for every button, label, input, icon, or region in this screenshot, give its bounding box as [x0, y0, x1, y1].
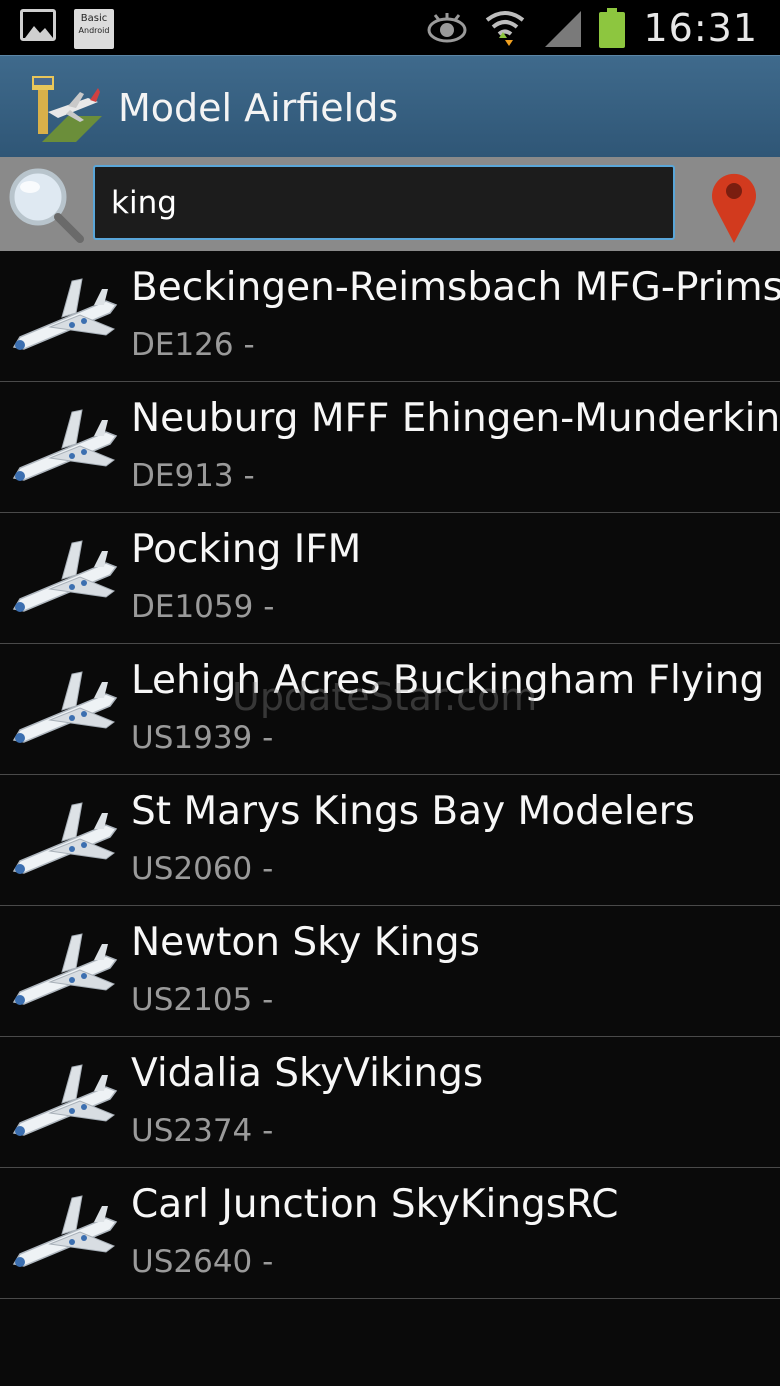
- airplane-icon: [12, 1064, 118, 1136]
- airplane-icon: [12, 933, 118, 1005]
- gallery-icon: [20, 9, 56, 41]
- airfield-name: St Marys Kings Bay Modelers: [131, 789, 695, 834]
- airfield-code: US2640 -: [131, 1244, 274, 1280]
- signal-icon: [545, 11, 582, 47]
- list-item[interactable]: Newton Sky Kings US2105 -: [0, 906, 780, 1037]
- system-icons: 16:31: [427, 6, 758, 50]
- list-item[interactable]: Pocking IFM DE1059 -: [0, 513, 780, 644]
- airfield-name: Pocking IFM: [131, 527, 362, 572]
- search-input[interactable]: [93, 165, 675, 240]
- location-pin-icon[interactable]: [706, 167, 762, 243]
- airfield-name: Neuburg MFF Ehingen-Munderking: [131, 396, 780, 441]
- status-bar: Basic Android 16:31: [0, 0, 780, 55]
- list-item[interactable]: Vidalia SkyVikings US2374 -: [0, 1037, 780, 1168]
- page-title: Model Airfields: [118, 86, 399, 130]
- airfield-code: US1939 -: [131, 720, 274, 756]
- app-logo-icon[interactable]: [28, 72, 102, 142]
- airplane-icon: [12, 278, 118, 350]
- battery-icon: [599, 8, 626, 48]
- search-bar: [0, 157, 780, 251]
- list-item[interactable]: Neuburg MFF Ehingen-Munderking DE913 -: [0, 382, 780, 513]
- list-item[interactable]: Lehigh Acres Buckingham Flying F US1939 …: [0, 644, 780, 775]
- airfield-name: Newton Sky Kings: [131, 920, 480, 965]
- action-bar: Model Airfields: [0, 55, 780, 158]
- airfield-list: Beckingen-Reimsbach MFG-Prims DE126 - Ne…: [0, 251, 780, 1299]
- wifi-icon: [486, 11, 525, 46]
- airplane-icon: [12, 409, 118, 481]
- list-item[interactable]: Beckingen-Reimsbach MFG-Prims DE126 -: [0, 251, 780, 382]
- list-item[interactable]: St Marys Kings Bay Modelers US2060 -: [0, 775, 780, 906]
- airplane-icon: [12, 802, 118, 874]
- airfield-name: Beckingen-Reimsbach MFG-Prims: [131, 265, 780, 310]
- basic-icon-text: Basic: [80, 13, 108, 24]
- basic4android-icon: Basic Android: [74, 9, 114, 49]
- airfield-code: DE126 -: [131, 327, 255, 363]
- airfield-code: US2374 -: [131, 1113, 274, 1149]
- airfield-code: US2105 -: [131, 982, 274, 1018]
- airplane-icon: [12, 540, 118, 612]
- list-item[interactable]: Carl Junction SkyKingsRC US2640 -: [0, 1168, 780, 1299]
- clock: 16:31: [643, 6, 758, 50]
- search-icon[interactable]: [4, 163, 86, 245]
- airfield-code: DE913 -: [131, 458, 255, 494]
- airfield-name: Carl Junction SkyKingsRC: [131, 1182, 619, 1227]
- airfield-name: Vidalia SkyVikings: [131, 1051, 484, 1096]
- android-icon-text: Android: [78, 26, 110, 35]
- airfield-name: Lehigh Acres Buckingham Flying F: [131, 658, 780, 703]
- airplane-icon: [12, 671, 118, 743]
- airplane-icon: [12, 1195, 118, 1267]
- airfield-code: DE1059 -: [131, 589, 275, 625]
- eye-icon: [427, 13, 467, 43]
- airfield-code: US2060 -: [131, 851, 274, 887]
- notification-icons: Basic Android: [20, 9, 114, 49]
